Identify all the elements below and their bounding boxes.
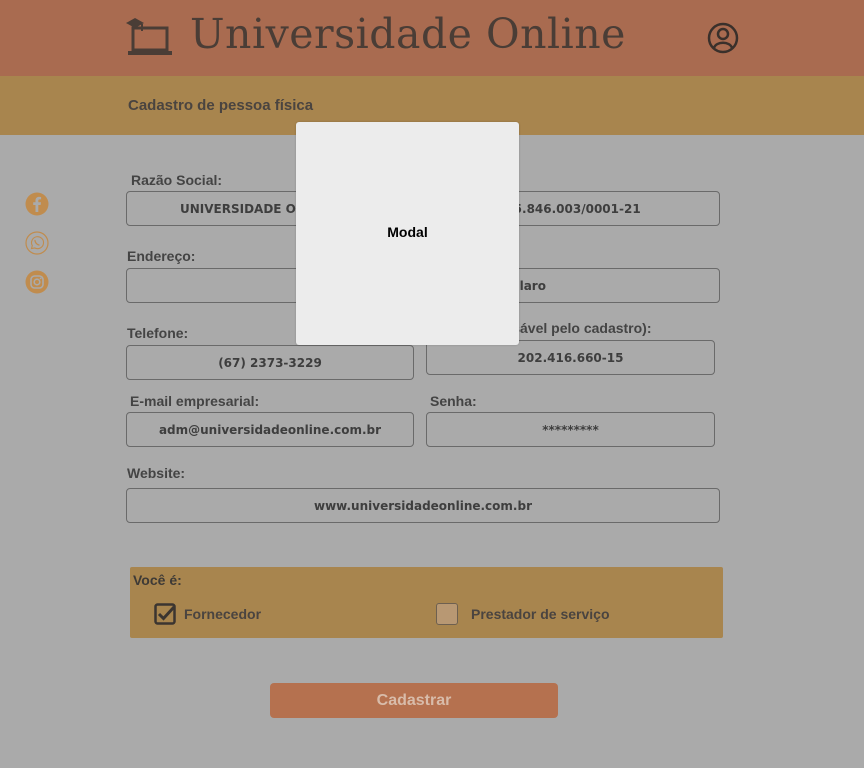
senha-label: Senha: — [430, 393, 477, 409]
top-header: Universidade Online — [0, 0, 864, 76]
fornecedor-checkbox[interactable] — [154, 603, 176, 625]
modal-dialog[interactable]: Modal — [296, 122, 519, 345]
email-input[interactable]: adm@universidadeonline.com.br — [126, 412, 414, 447]
laptop-graduation-cap-icon — [125, 14, 175, 58]
website-input[interactable]: www.universidadeonline.com.br — [126, 488, 720, 523]
user-type-panel — [130, 567, 723, 638]
whatsapp-icon[interactable] — [25, 231, 49, 255]
user-type-title: Você é: — [133, 572, 182, 588]
prestador-checkbox[interactable] — [436, 603, 458, 625]
instagram-icon[interactable] — [25, 270, 49, 294]
telefone-label: Telefone: — [127, 325, 189, 341]
cadastrar-button[interactable]: Cadastrar — [270, 683, 558, 718]
cpf-input[interactable]: 202.416.660-15 — [426, 340, 715, 375]
email-label: E-mail empresarial: — [130, 393, 260, 409]
user-circle-icon[interactable] — [707, 22, 739, 54]
facebook-icon[interactable] — [25, 192, 49, 216]
telefone-input[interactable]: (67) 2373-3229 — [126, 345, 414, 380]
fornecedor-label: Fornecedor — [184, 606, 262, 622]
endereco-label: Endereço: — [127, 248, 196, 264]
page-title: Cadastro de pessoa física — [128, 97, 314, 114]
prestador-label: Prestador de serviço — [471, 606, 610, 622]
senha-input[interactable]: ********* — [426, 412, 715, 447]
modal-text: Modal — [387, 224, 428, 240]
razao-social-label: Razão Social: — [131, 172, 223, 188]
brand-title: Universidade Online — [190, 10, 626, 58]
website-label: Website: — [127, 465, 186, 481]
